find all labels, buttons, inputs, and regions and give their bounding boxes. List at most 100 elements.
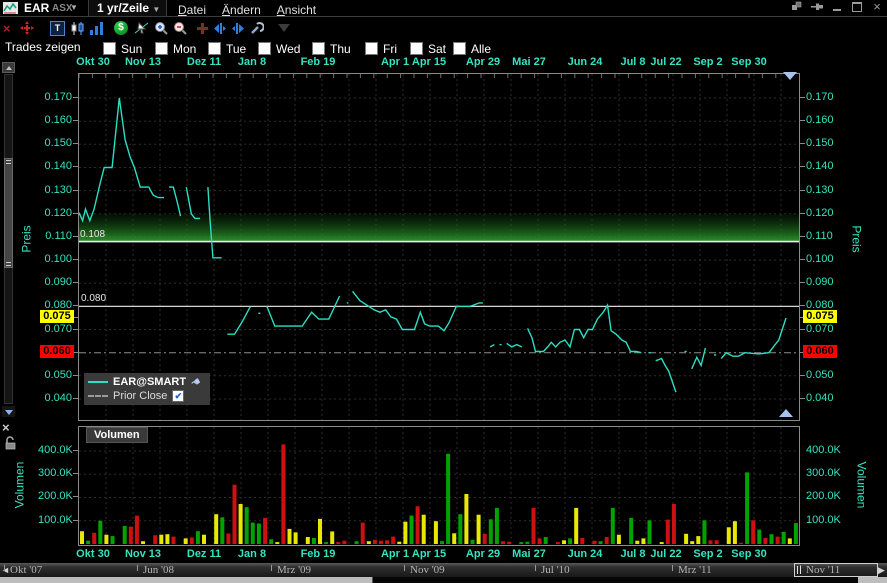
period-dropdown-caret-icon: ▼: [152, 5, 160, 14]
bottom-slider-marker-icon[interactable]: [779, 409, 793, 417]
vscroll-thumb[interactable]: [4, 158, 13, 268]
price-tick-label: 0.160: [806, 114, 834, 126]
axis-tick: [800, 213, 805, 214]
axis-tick: [73, 120, 78, 121]
checkbox-wed[interactable]: [258, 42, 271, 55]
symbol-dropdown-caret-icon[interactable]: ▼: [70, 3, 78, 12]
timeline-label: Mrz '11: [678, 564, 712, 576]
price-tick-label: 0.150: [806, 137, 834, 149]
axis-tick: [800, 329, 805, 330]
zoom-out-icon[interactable]: [173, 20, 188, 36]
axis-tick: [73, 305, 78, 306]
hscroll-thumb[interactable]: [0, 577, 373, 583]
menu-datei[interactable]: Datei: [178, 3, 206, 17]
axis-tick: [73, 97, 78, 98]
close-button[interactable]: ×: [871, 1, 883, 12]
axis-tick: [800, 259, 805, 260]
dollar-icon[interactable]: $: [114, 20, 128, 36]
price-axis-title-left: Preis: [20, 225, 34, 252]
timeline-tick: [137, 565, 138, 571]
bottom-date-axis: Okt 30Nov 13Dez 11Jan 8Feb 19Apr 1Apr 15…: [0, 548, 887, 561]
date-label: Mai 27: [512, 548, 546, 560]
unlock-icon[interactable]: [4, 436, 17, 450]
checkbox-mon[interactable]: [155, 42, 168, 55]
timeline-prev-icon[interactable]: ◄: [1, 565, 10, 575]
drag-hand-icon[interactable]: ☚: [188, 374, 204, 390]
candlestick-icon[interactable]: [70, 20, 85, 36]
trendline-cursor-icon[interactable]: [134, 20, 150, 36]
checkbox-label: Sat: [428, 42, 446, 56]
link-windows-icon[interactable]: [791, 1, 803, 12]
timeline-tick: [535, 565, 536, 571]
series-line-sample: [88, 381, 108, 383]
menu-ändern[interactable]: Ändern: [222, 3, 261, 17]
price-tick-label: 0.170: [38, 91, 72, 103]
checkbox-sat[interactable]: [410, 42, 423, 55]
axis-tick: [800, 375, 805, 376]
price-tick-label: 0.140: [38, 160, 72, 172]
hscroll-track[interactable]: [0, 577, 887, 583]
checkbox-sun[interactable]: [103, 42, 116, 55]
more-tools-icon[interactable]: [278, 20, 290, 36]
wrench-icon[interactable]: [249, 20, 264, 36]
date-label: Okt 30: [76, 548, 110, 560]
checkbox-label: Wed: [276, 42, 300, 56]
axis-tick: [800, 305, 805, 306]
chart-window: EAR ASX ▼ 1 yr/Zeile ▼ DateiÄndernAnsich…: [0, 0, 887, 583]
axis-tick: [73, 259, 78, 260]
prior-close-checkbox[interactable]: ✔: [172, 390, 184, 402]
axis-tick: [73, 143, 78, 144]
axis-tick: [73, 236, 78, 237]
date-label: Jan 8: [238, 548, 266, 560]
axis-tick: [800, 166, 805, 167]
symbol-label[interactable]: EAR: [24, 1, 49, 15]
axis-tick: [800, 190, 805, 191]
prior-close-line-sample: [88, 395, 108, 397]
price-tick-label: 0.110: [38, 230, 72, 242]
timeline-label: Okt '07: [10, 564, 42, 576]
series-label: EAR@SMART: [113, 376, 186, 388]
timeline-range-selector[interactable]: [794, 563, 878, 577]
date-label: Okt 30: [76, 56, 110, 68]
vscroll-up-button[interactable]: [2, 62, 15, 73]
price-tick-label: 0.130: [38, 184, 72, 196]
price-axis-title-right: Preis: [850, 225, 864, 252]
crosshair-icon[interactable]: [196, 20, 209, 36]
date-label: Sep 30: [731, 56, 766, 68]
axis-tick: [800, 97, 805, 98]
menu-ansicht[interactable]: Ansicht: [277, 3, 316, 17]
close-icon[interactable]: ×: [3, 20, 15, 36]
restore-button[interactable]: [851, 1, 863, 12]
zoom-in-icon[interactable]: [154, 20, 169, 36]
date-label: Apr 15: [412, 548, 446, 560]
text-tool-icon[interactable]: T: [50, 20, 65, 36]
vscroll-down-button[interactable]: [2, 406, 15, 417]
pin-icon[interactable]: [811, 1, 823, 12]
top-slider-marker-icon[interactable]: [783, 72, 797, 80]
close-panel-icon[interactable]: ×: [2, 420, 10, 435]
checkbox-alle[interactable]: [453, 42, 466, 55]
fit-right-icon[interactable]: [231, 20, 245, 36]
history-timeline[interactable]: ◄ ▶ Okt '07Jun '08Mrz '09Nov '09Jul '10M…: [0, 563, 887, 577]
fit-left-icon[interactable]: [213, 20, 227, 36]
volume-bars-icon[interactable]: [89, 20, 104, 36]
checkbox-thu[interactable]: [312, 42, 325, 55]
price-tick-label: 0.070: [38, 323, 72, 335]
volume-chart[interactable]: [78, 426, 800, 546]
checkbox-fri[interactable]: [365, 42, 378, 55]
hscroll-right-button[interactable]: [858, 577, 887, 583]
checkbox-tue[interactable]: [208, 42, 221, 55]
price-tick-label: 0.150: [38, 137, 72, 149]
volume-tick-label: 300.0K: [38, 467, 72, 479]
timeline-next-icon[interactable]: ▶: [878, 565, 885, 576]
price-tick-label: 0.110: [806, 230, 833, 242]
date-label: Sep 30: [731, 548, 766, 560]
date-label: Nov 13: [125, 548, 161, 560]
timeline-label: Jul '10: [541, 564, 570, 576]
volume-panel-title[interactable]: Volumen: [86, 427, 148, 443]
minimize-button[interactable]: [831, 1, 843, 12]
period-selector[interactable]: 1 yr/Zeile ▼: [88, 0, 167, 16]
checkbox-label: Sun: [121, 42, 142, 56]
move-icon[interactable]: [20, 20, 34, 36]
price-chart[interactable]: [78, 73, 800, 421]
